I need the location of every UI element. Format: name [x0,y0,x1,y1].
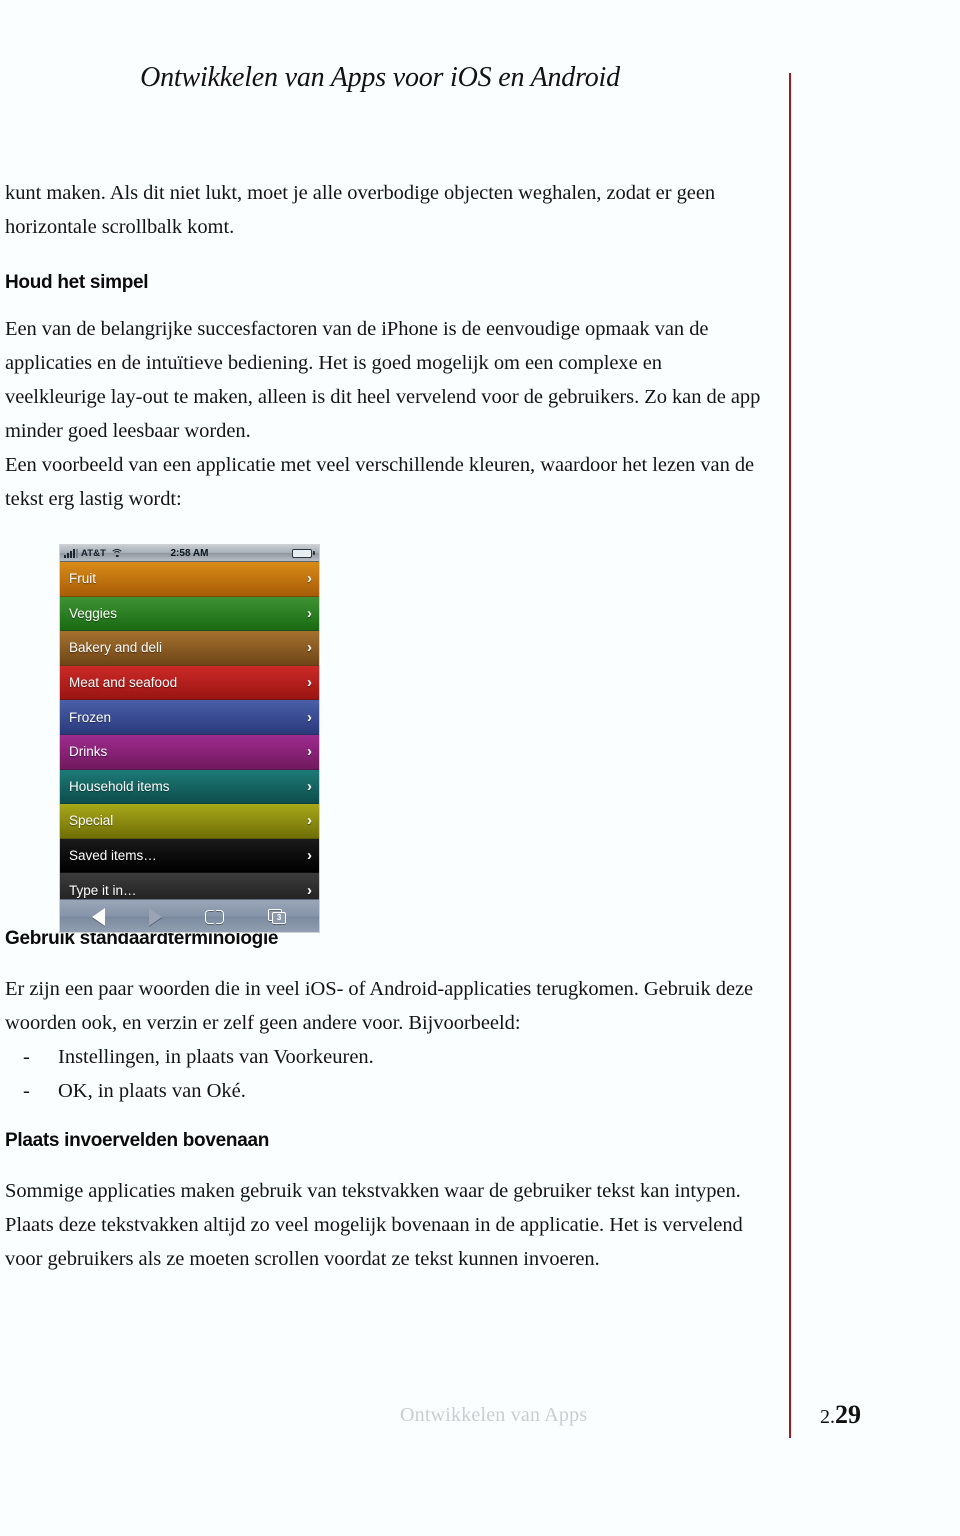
phone-list-row-label: Meat and seafood [69,675,178,691]
footer-book-title: Ontwikkelen van Apps [400,1404,588,1426]
document-page: Ontwikkelen van Apps voor iOS en Android… [0,0,960,1536]
page-number: 29 [835,1400,861,1429]
phone-list-row[interactable]: Type it in… › [60,873,319,899]
phone-list-row-label: Drinks [69,744,108,760]
chevron-right-icon: › [307,604,312,622]
phone-list-row[interactable]: Household items › [60,769,319,805]
phone-list-row-label: Type it in… [69,882,137,898]
running-header-title: Ontwikkelen van Apps voor iOS en Android [140,62,620,93]
red-margin-rule [789,73,791,1437]
forward-arrow-icon[interactable] [148,907,162,926]
back-arrow-icon[interactable] [91,907,105,926]
list-item-label: Instellingen, in plaats van Voorkeuren. [58,1046,374,1068]
chevron-right-icon: › [307,708,312,726]
phone-list-row[interactable]: Bakery and deli › [60,631,319,666]
phone-list-row-label: Bakery and deli [69,640,163,656]
chevron-right-icon: › [307,639,312,657]
section-heading-plaats-invoervelden-bovenaan: Plaats invoervelden bovenaan [5,1130,270,1151]
phone-list-row[interactable]: Veggies › [60,596,319,632]
list-item-label: OK, in plaats van Oké. [58,1080,246,1102]
bullet-marker: - [23,1046,30,1068]
iphone-status-bar: AT&T 2:58 AM [60,545,319,562]
chevron-right-icon: › [307,881,312,899]
phone-list-row-label: Household items [69,778,170,794]
safari-toolbar: 3 [60,899,319,932]
chevron-right-icon: › [307,812,312,830]
section-1-paragraph-2: Een voorbeeld van een applicatie met vee… [5,454,755,510]
intro-paragraph: kunt maken. Als dit niet lukt, moet je a… [5,182,716,238]
section-2-paragraph-1: Er zijn een paar woorden die in veel iOS… [5,978,754,1034]
phone-list-row-label: Fruit [69,571,96,587]
bullet-marker: - [23,1080,30,1102]
phone-list-row[interactable]: Special › [60,804,319,839]
chevron-right-icon: › [307,743,312,761]
iphone-screenshot-figure: AT&T 2:58 AM Fruit › Veggies › Bakery and de… [59,544,320,933]
phone-list-row[interactable]: Frozen › [60,700,319,735]
tabs-icon[interactable]: 3 [268,909,287,924]
phone-list-row[interactable]: Fruit › [60,562,319,597]
phone-list-row-label: Saved items… [69,848,157,864]
phone-list-row-label: Veggies [69,605,118,621]
section-1-paragraph-1: Een van de belangrijke succesfactoren va… [5,318,761,442]
phone-list-row-label: Special [69,813,114,829]
status-bar-clock: 2:58 AM [170,547,209,559]
chevron-right-icon: › [307,847,312,865]
section-heading-houd-het-simpel: Houd het simpel [5,272,149,293]
tabs-count-badge: 3 [272,912,287,924]
phone-list-row[interactable]: Saved items… › [60,838,319,874]
list-item: - Instellingen, in plaats van Voorkeuren… [5,1040,765,1074]
page-folio: 2.29 [820,1400,861,1430]
bookmarks-book-icon[interactable] [205,909,225,924]
chevron-right-icon: › [307,570,312,588]
chevron-right-icon: › [307,777,312,795]
section-3-paragraph-1: Sommige applicaties maken gebruik van te… [5,1180,743,1270]
phone-list-row[interactable]: Meat and seafood › [60,665,319,701]
phone-list-row[interactable]: Drinks › [60,734,319,770]
terminology-bullet-list: - Instellingen, in plaats van Voorkeuren… [5,1040,765,1108]
chapter-prefix: 2. [820,1406,835,1428]
iphone-category-list[interactable]: Fruit › Veggies › Bakery and deli › Meat and s… [60,562,319,899]
footer-red-rule [789,1398,791,1438]
phone-list-row-label: Frozen [69,709,112,725]
chevron-right-icon: › [307,674,312,692]
list-item: - OK, in plaats van Oké. [5,1074,765,1108]
